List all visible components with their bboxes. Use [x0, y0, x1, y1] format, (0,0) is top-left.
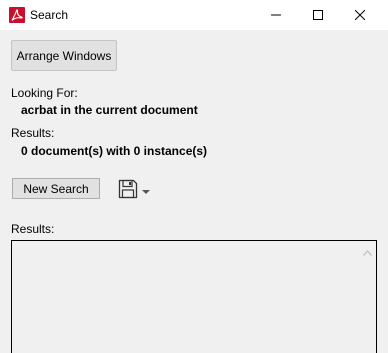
- arrange-windows-button[interactable]: Arrange Windows: [11, 40, 117, 71]
- maximize-icon: [313, 10, 323, 20]
- maximize-button[interactable]: [298, 0, 338, 30]
- close-icon: [355, 10, 365, 20]
- scroll-up-icon[interactable]: [363, 245, 372, 256]
- vertical-scrollbar[interactable]: [359, 241, 376, 353]
- looking-for-label: Looking For:: [11, 86, 78, 100]
- minimize-button[interactable]: [256, 0, 296, 30]
- new-search-button[interactable]: New Search: [12, 178, 100, 199]
- results-panel-label: Results:: [11, 222, 55, 236]
- chevron-down-icon[interactable]: [141, 185, 151, 194]
- results-list[interactable]: [11, 240, 377, 353]
- results-summary-value: 0 document(s) with 0 instance(s): [21, 144, 208, 158]
- acrobat-pdf-icon: [9, 7, 25, 23]
- title-bar: Search: [0, 0, 388, 30]
- window-title: Search: [30, 8, 69, 22]
- floppy-disk-icon[interactable]: [118, 179, 138, 199]
- minimize-icon: [271, 14, 281, 16]
- close-button[interactable]: [340, 0, 380, 30]
- results-summary-label: Results:: [11, 126, 55, 140]
- looking-for-value: acrbat in the current document: [21, 103, 198, 117]
